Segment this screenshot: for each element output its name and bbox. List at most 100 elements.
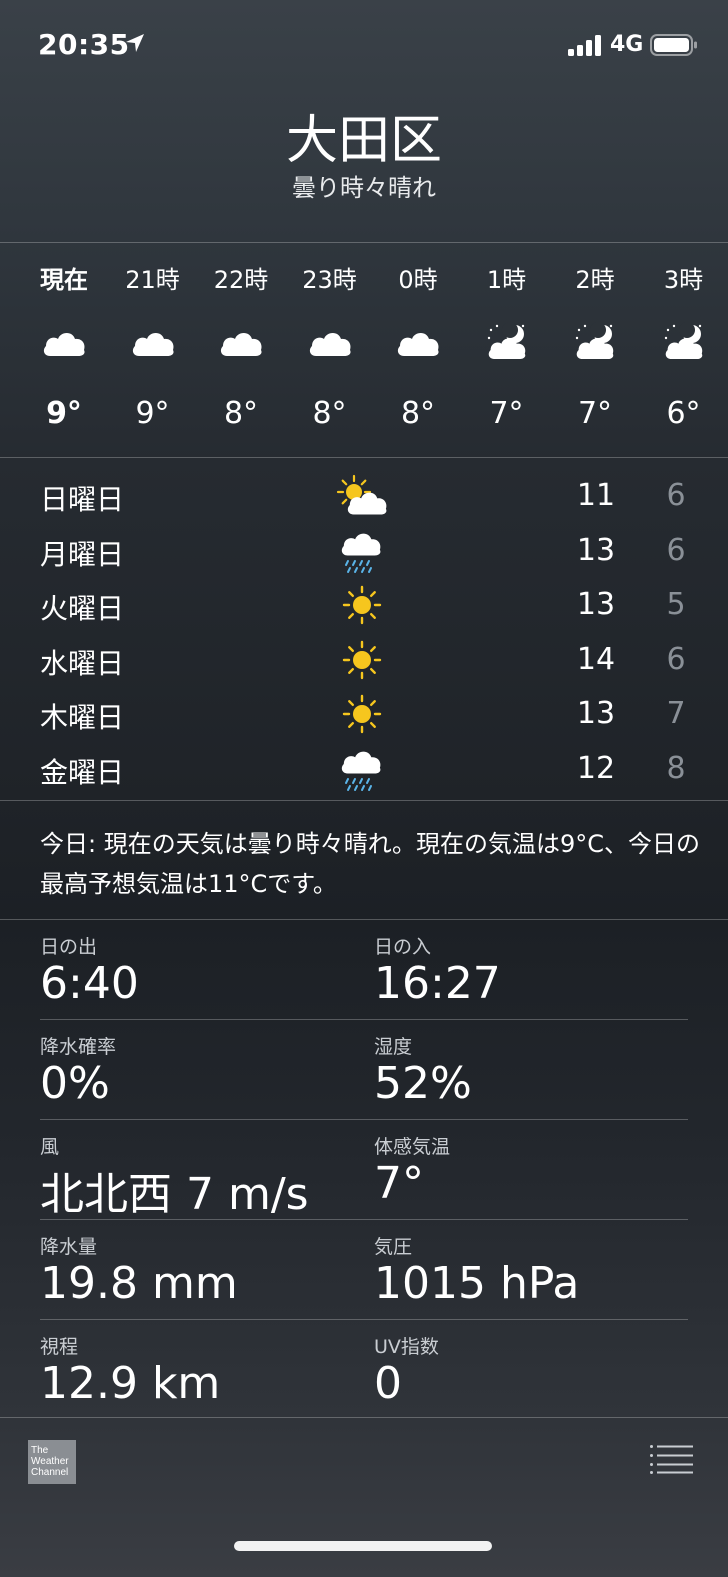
detail-label: 日の出 <box>40 936 98 958</box>
high-temp: 12 <box>576 750 616 786</box>
hour-column: 22時 8° <box>197 244 285 456</box>
cloud-moon-icon <box>573 322 617 362</box>
detail-value: 16:27 <box>374 958 501 1009</box>
location-arrow-icon <box>126 34 144 52</box>
hour-label: 2時 <box>575 266 615 294</box>
detail-value: 7° <box>374 1158 424 1209</box>
divider <box>0 800 728 801</box>
logo-line: The <box>31 1445 49 1456</box>
sun-icon <box>334 581 390 629</box>
detail-label: 降水量 <box>40 1236 98 1258</box>
hour-column: 現在 9° <box>20 244 108 456</box>
detail-label: 気圧 <box>374 1236 413 1258</box>
hour-temp: 9° <box>46 396 82 431</box>
high-temp: 11 <box>576 478 616 513</box>
sun-icon <box>334 636 390 684</box>
hour-column: 21時 9° <box>109 244 197 456</box>
battery-icon <box>650 34 697 56</box>
low-temp: 5 <box>666 587 686 622</box>
current-condition: 曇り時々晴れ <box>292 174 436 202</box>
day-name: 木曜日 <box>40 701 125 734</box>
hour-temp: 8° <box>223 396 259 431</box>
daily-row: 日曜日 11 6 <box>0 470 728 524</box>
status-time: 20:35 <box>38 28 130 61</box>
detail-row: 風北北西 7 m/s 体感気温 7° <box>0 1120 728 1220</box>
daily-row: 火曜日 13 5 <box>0 579 728 633</box>
low-temp: 6 <box>666 532 686 568</box>
cloud-icon <box>396 322 440 362</box>
day-name: 金曜日 <box>40 755 125 789</box>
hour-temp: 8° <box>400 396 436 431</box>
home-indicator[interactable] <box>234 1541 492 1551</box>
hour-label: 23時 <box>302 266 357 294</box>
cellular-signal-icon <box>568 35 601 56</box>
detail-label: 風 <box>40 1136 60 1158</box>
hour-label: 0時 <box>398 266 438 294</box>
hour-temp: 9° <box>135 396 170 431</box>
city-list-icon[interactable] <box>650 1444 696 1474</box>
hour-column: 1時 7° <box>463 244 551 456</box>
daily-row: 金曜日 12 8 <box>0 743 728 797</box>
today-summary: 今日: 現在の天気は曇り時々晴れ。現在の気温は9°C、今日の最高予想気温は11°… <box>40 830 700 898</box>
hour-column: 23時 8° <box>286 244 374 456</box>
hour-temp: 7° <box>577 396 613 431</box>
detail-value: 52% <box>374 1058 472 1109</box>
hourly-forecast[interactable]: 現在 9° 21時 9° 22時 8° 23時 8° 0時 8° 1時 7° 2時 7° 3時 6° <box>0 244 728 456</box>
rain-icon <box>334 527 390 575</box>
daily-row: 木曜日 13 7 <box>0 688 728 742</box>
hour-label: 現在 <box>40 266 88 294</box>
cloud-moon-icon <box>662 322 706 362</box>
divider <box>0 242 728 243</box>
hour-temp: 8° <box>312 396 347 431</box>
cloud-moon-icon <box>485 322 529 362</box>
detail-label: 視程 <box>40 1336 79 1358</box>
low-temp: 6 <box>666 478 686 513</box>
hour-label: 3時 <box>663 266 704 294</box>
high-temp: 14 <box>576 641 616 677</box>
detail-label: 湿度 <box>374 1036 413 1058</box>
hour-temp: 7° <box>489 396 524 431</box>
hour-column: 0時 8° <box>374 244 462 456</box>
network-type: 4G <box>610 32 644 57</box>
daily-row: 水曜日 14 6 <box>0 634 728 688</box>
city-name: 大田区 <box>285 111 442 171</box>
weather-channel-logo[interactable]: The Weather Channel <box>28 1440 76 1484</box>
detail-value: 北北西 7 m/s <box>40 1169 309 1220</box>
partly-cloudy-icon <box>334 472 390 520</box>
detail-value: 1015 hPa <box>374 1258 580 1309</box>
logo-line: Weather <box>31 1456 69 1467</box>
detail-row: 視程 12.9 km UV指数 0 <box>0 1320 728 1420</box>
low-temp: 6 <box>666 641 686 677</box>
detail-label: 日の入 <box>374 936 432 958</box>
detail-value: 6:40 <box>40 958 139 1009</box>
hour-label: 21時 <box>125 266 180 294</box>
detail-row: 日の出 6:40 日の入 16:27 <box>0 920 728 1020</box>
detail-row: 降水確率 0% 湿度 52% <box>0 1020 728 1120</box>
low-temp: 7 <box>666 696 686 731</box>
hour-temp: 6° <box>666 396 701 431</box>
cloud-icon <box>42 322 86 362</box>
detail-row: 降水量 19.8 mm 気圧 1015 hPa <box>0 1220 728 1320</box>
divider <box>0 457 728 458</box>
rain-icon <box>334 745 390 793</box>
cloud-icon <box>308 322 352 362</box>
divider <box>0 1417 728 1418</box>
logo-line: Channel <box>31 1467 69 1478</box>
day-name: 火曜日 <box>40 592 125 625</box>
day-name: 日曜日 <box>40 483 125 516</box>
hour-label: 22時 <box>213 266 269 294</box>
cloud-icon <box>131 322 175 362</box>
detail-value: 12.9 km <box>40 1358 221 1409</box>
hour-column: 3時 6° <box>640 244 728 456</box>
high-temp: 13 <box>576 696 616 731</box>
cloud-icon <box>219 322 263 362</box>
low-temp: 8 <box>666 750 686 786</box>
detail-label: 降水確率 <box>40 1036 117 1058</box>
detail-value: 0% <box>40 1058 110 1109</box>
detail-label: UV指数 <box>374 1336 439 1358</box>
hour-label: 1時 <box>486 266 527 294</box>
sun-icon <box>334 690 390 738</box>
high-temp: 13 <box>576 587 616 622</box>
hour-column: 2時 7° <box>551 244 639 456</box>
detail-label: 体感気温 <box>374 1136 451 1158</box>
